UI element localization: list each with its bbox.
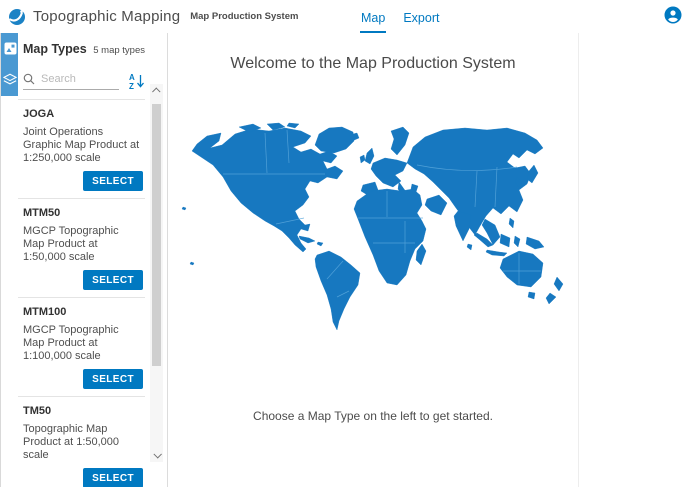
map-type-list: JOGA Joint Operations Graphic Map Product… [18,99,167,487]
welcome-panel: Welcome to the Map Production System [168,33,579,487]
scrollbar[interactable] [150,84,163,462]
scrollbar-thumb[interactable] [152,104,161,366]
search-field[interactable] [23,72,119,90]
map-type-name: MTM100 [23,306,143,318]
world-map [177,121,569,351]
map-type-item: MTM100 MGCP Topographic Map Product at 1:… [18,297,145,396]
svg-text:Z: Z [129,82,134,90]
map-types-panel: Map Types 5 map types A Z [18,33,168,487]
map-preview-icon[interactable] [1,33,19,64]
tool-strip [0,33,18,487]
map-type-description: MGCP Topographic Map Product at 1:50,000… [23,225,143,264]
main-area: Welcome to the Map Production System [168,33,699,487]
search-input[interactable] [39,72,119,86]
map-type-item: TM50 Topographic Map Product at 1:50,000 … [18,396,145,487]
tool-strip-active-block [1,33,19,96]
map-type-count: 5 map types [93,45,145,56]
app-subtitle: Map Production System [190,11,298,22]
user-account-icon[interactable] [664,6,682,24]
app-body: Map Types 5 map types A Z [0,33,699,487]
chevron-up-icon[interactable] [150,84,163,98]
chevron-down-icon[interactable] [150,448,163,462]
map-type-actions: SELECT [23,468,143,487]
globe-icon [8,8,26,26]
layers-icon[interactable] [1,64,19,95]
map-type-actions: SELECT [23,369,143,389]
right-spacer [579,33,699,487]
app-title: Topographic Mapping [33,8,180,25]
sort-az-icon[interactable]: A Z [128,72,145,90]
tab-export[interactable]: Export [402,0,440,33]
select-button[interactable]: SELECT [83,171,143,191]
panel-title: Map Types [23,42,87,56]
tab-map[interactable]: Map [360,0,386,33]
map-type-actions: SELECT [23,171,143,191]
map-type-description: Joint Operations Graphic Map Product at … [23,126,143,165]
map-type-item: JOGA Joint Operations Graphic Map Product… [18,99,145,198]
map-type-description: MGCP Topographic Map Product at 1:100,00… [23,324,143,363]
welcome-title: Welcome to the Map Production System [168,33,578,73]
panel-header: Map Types 5 map types [18,33,167,56]
brand: Topographic Mapping Map Production Syste… [8,0,298,33]
select-button[interactable]: SELECT [83,270,143,290]
map-type-name: TM50 [23,405,143,417]
map-type-item: MTM50 MGCP Topographic Map Product at 1:5… [18,198,145,297]
map-type-name: MTM50 [23,207,143,219]
search-icon [23,73,35,85]
select-button[interactable]: SELECT [83,369,143,389]
map-type-name: JOGA [23,108,143,120]
app-window: Topographic Mapping Map Production Syste… [0,0,699,487]
svg-text:A: A [129,73,135,82]
map-type-description: Topographic Map Product at 1:50,000 scal… [23,423,143,462]
map-type-actions: SELECT [23,270,143,290]
main-tabs: Map Export [360,0,440,33]
search-row: A Z [18,56,167,90]
app-header: Topographic Mapping Map Production Syste… [0,0,699,33]
select-button[interactable]: SELECT [83,468,143,487]
instruction-text: Choose a Map Type on the left to get sta… [168,409,578,423]
